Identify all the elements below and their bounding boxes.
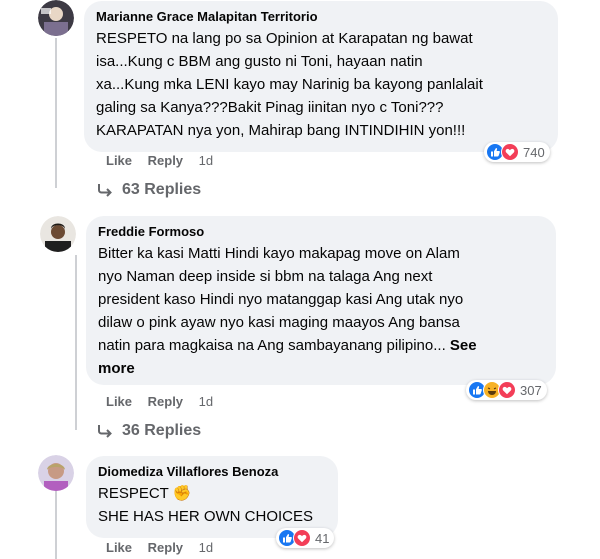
reaction-summary[interactable]: 307 <box>466 380 547 400</box>
replies-count: 63 Replies <box>122 181 202 198</box>
comment-bubble: Freddie Formoso Bitter ka kasi Matti Hin… <box>86 216 556 385</box>
like-button[interactable]: Like <box>106 394 132 409</box>
view-replies-button[interactable]: 36 Replies <box>96 422 201 440</box>
comment-author[interactable]: Diomediza Villaflores Benoza <box>98 464 326 480</box>
like-button[interactable]: Like <box>106 153 132 168</box>
view-replies-button[interactable]: 63 Replies <box>96 181 201 199</box>
comment-bubble: Diomediza Villaflores Benoza RESPECT ✊ S… <box>86 456 338 538</box>
thread-line <box>55 38 57 188</box>
reaction-count: 41 <box>315 530 330 546</box>
love-icon <box>293 529 311 547</box>
comment-actions: Like Reply 1d <box>106 153 213 168</box>
reaction-count: 307 <box>520 382 542 398</box>
comment-text: Bitter ka kasi Matti Hindi kayo makapag … <box>98 245 477 377</box>
comment-author[interactable]: Marianne Grace Malapitan Territorio <box>96 9 546 25</box>
reply-button[interactable]: Reply <box>148 394 183 409</box>
reply-button[interactable]: Reply <box>148 153 183 168</box>
reply-arrow-icon <box>98 184 112 197</box>
comment-text: RESPECT ✊ SHE HAS HER OWN CHOICES <box>98 485 314 525</box>
avatar[interactable] <box>38 455 74 491</box>
comment-bubble: Marianne Grace Malapitan Territorio RESP… <box>84 1 558 152</box>
comment-timestamp[interactable]: 1d <box>199 540 213 555</box>
reaction-summary[interactable]: 740 <box>484 142 550 162</box>
comment-text: RESPETO na lang po sa Opinion at Karapat… <box>96 30 483 139</box>
comment-author[interactable]: Freddie Formoso <box>98 224 544 240</box>
comment-actions: Like Reply 1d <box>106 394 213 409</box>
thread-line <box>55 488 57 559</box>
reply-arrow-icon <box>98 425 112 438</box>
avatar[interactable] <box>40 216 76 252</box>
reaction-count: 740 <box>523 144 545 160</box>
comment-actions: Like Reply 1d <box>106 540 213 555</box>
love-icon <box>498 381 516 399</box>
reaction-summary[interactable]: 41 <box>276 528 335 548</box>
thread-line <box>75 255 77 430</box>
replies-count: 36 Replies <box>122 422 202 439</box>
love-icon <box>501 143 519 161</box>
comment-timestamp[interactable]: 1d <box>199 394 213 409</box>
reply-button[interactable]: Reply <box>148 540 183 555</box>
avatar[interactable] <box>38 0 74 36</box>
comment-timestamp[interactable]: 1d <box>199 153 213 168</box>
like-button[interactable]: Like <box>106 540 132 555</box>
